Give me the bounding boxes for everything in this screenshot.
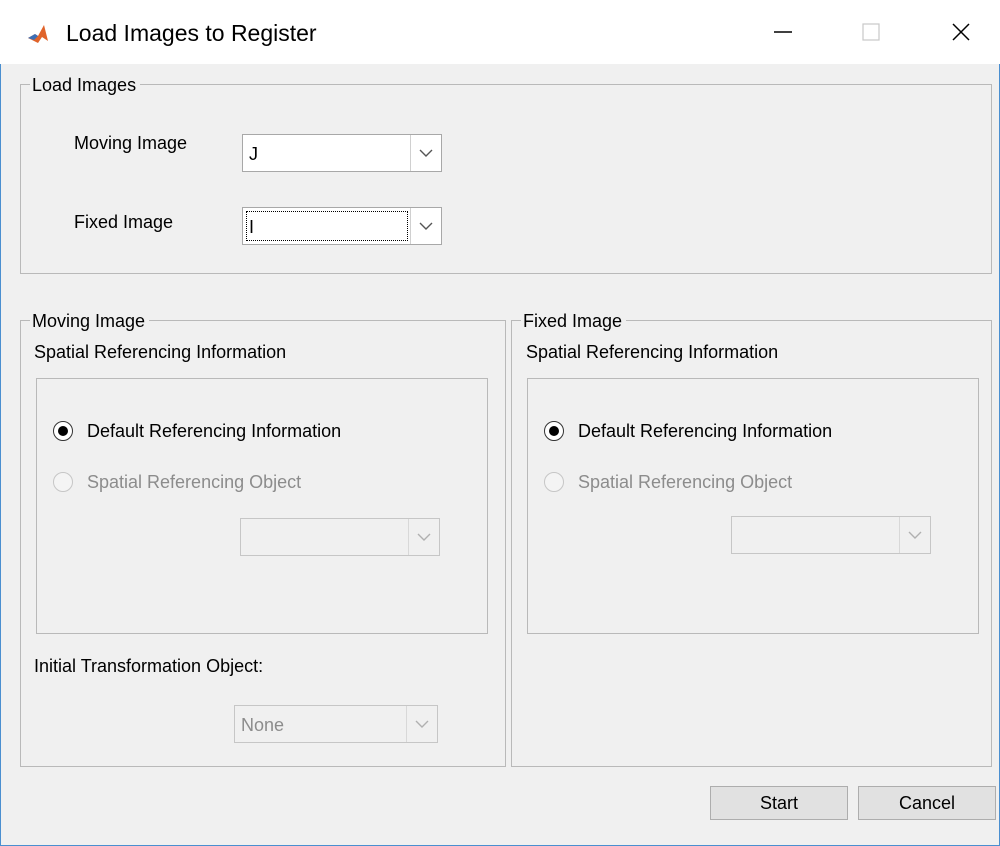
close-icon (952, 23, 970, 41)
maximize-icon (862, 23, 880, 41)
moving-spatial-ref-label: Spatial Referencing Information (34, 342, 287, 362)
moving-default-ref-label[interactable]: Default Referencing Information (87, 420, 341, 442)
fixed-default-ref-radio[interactable] (544, 421, 564, 441)
chevron-down-icon[interactable] (408, 519, 439, 555)
fixed-spatial-ref-label: Spatial Referencing Information (526, 342, 779, 362)
window-title: Load Images to Register (66, 20, 317, 46)
moving-default-ref-radio[interactable] (53, 421, 73, 441)
radio-selected-dot (549, 426, 559, 436)
cancel-button[interactable]: Cancel (858, 786, 996, 820)
moving-image-value: J (249, 144, 258, 164)
initial-transform-dropdown[interactable]: None (234, 705, 438, 743)
moving-image-group-title: Moving Image (30, 311, 150, 331)
fixed-image-group-title: Fixed Image (521, 311, 627, 331)
maximize-button[interactable] (838, 0, 904, 64)
moving-spatial-ref-panel (36, 378, 488, 634)
load-images-group (20, 84, 992, 274)
fixed-image-dropdown[interactable]: I (242, 207, 442, 245)
moving-spatial-object-label[interactable]: Spatial Referencing Object (87, 471, 301, 493)
minimize-icon (774, 31, 792, 33)
fixed-image-value: I (249, 217, 255, 237)
chevron-down-icon[interactable] (410, 135, 441, 171)
moving-image-dropdown[interactable]: J (242, 134, 442, 172)
fixed-default-ref-label[interactable]: Default Referencing Information (578, 420, 832, 442)
fixed-spatial-ref-panel (527, 378, 979, 634)
fixed-spatial-object-radio[interactable] (544, 472, 564, 492)
start-button[interactable]: Start (710, 786, 848, 820)
moving-image-label: Moving Image (74, 133, 188, 153)
chevron-down-icon[interactable] (899, 517, 930, 553)
minimize-button[interactable] (750, 0, 816, 64)
matlab-icon (26, 22, 50, 46)
fixed-spatial-object-label[interactable]: Spatial Referencing Object (578, 471, 792, 493)
chevron-down-icon[interactable] (410, 208, 441, 244)
close-button[interactable] (928, 0, 994, 64)
fixed-spatial-object-dropdown[interactable] (731, 516, 931, 554)
radio-selected-dot (58, 426, 68, 436)
load-images-group-title: Load Images (30, 75, 141, 95)
focus-outline (246, 211, 408, 241)
moving-spatial-object-radio[interactable] (53, 472, 73, 492)
title-bar[interactable]: Load Images to Register (0, 0, 1000, 64)
initial-transform-label: Initial Transformation Object: (34, 656, 264, 676)
fixed-image-label: Fixed Image (74, 212, 174, 232)
initial-transform-value: None (241, 715, 285, 735)
moving-spatial-object-dropdown[interactable] (240, 518, 440, 556)
chevron-down-icon[interactable] (406, 706, 437, 742)
